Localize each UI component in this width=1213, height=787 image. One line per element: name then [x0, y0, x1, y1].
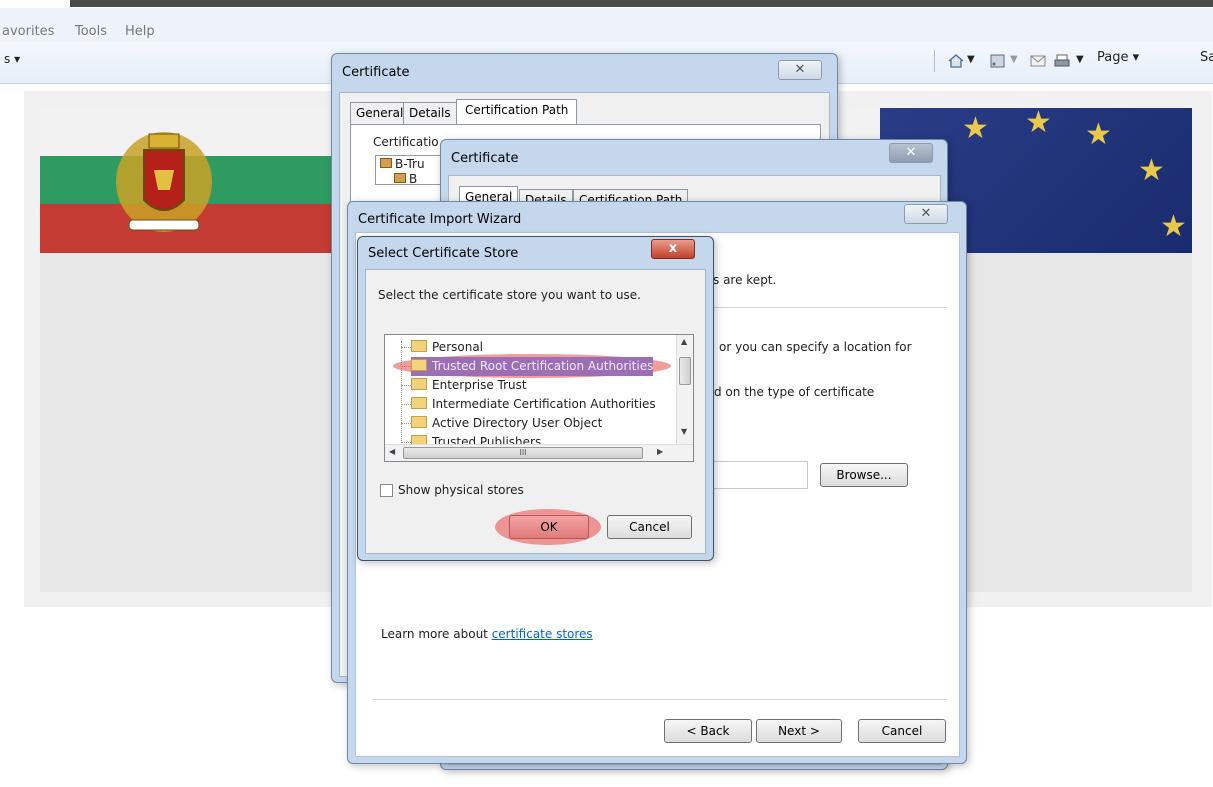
- print-icon[interactable]: [1054, 54, 1070, 68]
- home-icon[interactable]: [948, 54, 964, 68]
- folder-icon: [411, 416, 427, 428]
- wizard-text-certificate-type: d on the type of certificate: [714, 385, 875, 399]
- folder-icon: [411, 378, 427, 390]
- hscrollbar-thumb[interactable]: III: [403, 447, 643, 459]
- show-physical-stores-checkbox[interactable]: [380, 484, 393, 497]
- path-item-child[interactable]: B: [394, 172, 417, 186]
- menu-help[interactable]: Help: [125, 24, 155, 39]
- divider: [372, 699, 947, 700]
- select-certificate-store-dialog: Select Certificate Store x Select the ce…: [357, 236, 714, 561]
- wizard-title: Certificate Import Wizard: [358, 212, 522, 227]
- certificate-icon: [394, 173, 406, 183]
- wizard-text-stores-kept: s are kept.: [713, 273, 777, 287]
- eu-star-icon: ★: [1085, 117, 1112, 152]
- safety-menu[interactable]: Sa: [1200, 50, 1213, 65]
- close-icon[interactable]: ✕: [889, 143, 933, 163]
- horizontal-scrollbar[interactable]: ◀ III ▶: [385, 444, 693, 461]
- ok-button[interactable]: OK: [509, 515, 589, 539]
- store-dialog-prompt: Select the certificate store you want to…: [378, 288, 641, 302]
- store-tree[interactable]: Personal Trusted Root Certification Auth…: [384, 334, 694, 462]
- eu-star-icon: ★: [962, 111, 989, 146]
- certification-path-label: Certificatio: [371, 135, 441, 149]
- title-bar: [70, 0, 1213, 7]
- menu-favorites[interactable]: avorites: [2, 24, 54, 39]
- certificate-stores-link[interactable]: certificate stores: [492, 627, 593, 641]
- close-icon[interactable]: x: [651, 239, 695, 259]
- store-dialog-title: Select Certificate Store: [368, 246, 519, 261]
- tab-general[interactable]: General: [350, 102, 410, 124]
- path-item-root[interactable]: B-Tru: [380, 157, 425, 171]
- store-item-enterprise-trust[interactable]: Enterprise Trust: [411, 376, 527, 395]
- next-button[interactable]: Next >: [756, 719, 842, 743]
- folder-icon: [411, 340, 427, 352]
- eu-star-icon: ★: [1025, 108, 1052, 140]
- back-button[interactable]: < Back: [664, 719, 752, 743]
- cancel-button[interactable]: Cancel: [858, 719, 946, 743]
- cancel-button[interactable]: Cancel: [607, 515, 692, 539]
- browse-button[interactable]: Browse...: [820, 463, 908, 487]
- certificate-icon: [380, 158, 392, 168]
- mail-icon[interactable]: [1030, 54, 1046, 68]
- eu-star-icon: ★: [1138, 153, 1165, 188]
- toolbar-separator: [934, 50, 935, 72]
- dialog-title: Certificate: [451, 151, 519, 166]
- scroll-right-icon[interactable]: ▶: [657, 447, 663, 456]
- dialog-title: Certificate: [342, 65, 410, 80]
- scroll-left-icon[interactable]: ◀: [389, 447, 395, 456]
- command-bar-left-item[interactable]: s ▾: [4, 52, 20, 66]
- store-item-active-directory[interactable]: Active Directory User Object: [411, 414, 602, 433]
- folder-icon: [411, 359, 427, 371]
- eu-star-icon: ★: [1160, 209, 1187, 244]
- feeds-dropdown-icon[interactable]: ▼: [1010, 54, 1018, 65]
- vertical-scrollbar[interactable]: ▲ ▼: [676, 335, 693, 445]
- home-dropdown-icon[interactable]: ▼: [967, 54, 975, 65]
- scroll-up-icon[interactable]: ▲: [681, 337, 687, 346]
- tree-guide-line: [401, 341, 402, 451]
- store-item-personal[interactable]: Personal: [411, 338, 483, 357]
- scrollbar-thumb[interactable]: [679, 357, 691, 385]
- window-top-strip: [0, 0, 1213, 8]
- coat-of-arms-icon: [116, 132, 212, 232]
- scroll-down-icon[interactable]: ▼: [681, 427, 687, 436]
- page-menu[interactable]: Page ▾: [1097, 50, 1139, 65]
- folder-icon: [411, 397, 427, 409]
- store-name-field[interactable]: [706, 461, 808, 489]
- wizard-text-location: or you can specify a location for: [719, 340, 912, 354]
- menu-bar: avorites Tools Help: [0, 8, 1213, 42]
- print-dropdown-icon[interactable]: ▼: [1076, 54, 1084, 65]
- close-icon[interactable]: ✕: [904, 204, 948, 224]
- learn-more-text: Learn more about certificate stores: [381, 627, 593, 641]
- tab-details[interactable]: Details: [403, 102, 457, 124]
- store-item-trusted-root[interactable]: Trusted Root Certification Authorities: [411, 357, 654, 376]
- show-physical-stores-label: Show physical stores: [398, 483, 524, 497]
- feeds-icon[interactable]: [990, 54, 1006, 68]
- close-icon[interactable]: ✕: [778, 60, 822, 80]
- tab-certification-path[interactable]: Certification Path: [456, 99, 578, 124]
- menu-tools[interactable]: Tools: [75, 24, 107, 39]
- store-item-intermediate[interactable]: Intermediate Certification Authorities: [411, 395, 656, 414]
- store-dialog-client: Select the certificate store you want to…: [365, 269, 706, 554]
